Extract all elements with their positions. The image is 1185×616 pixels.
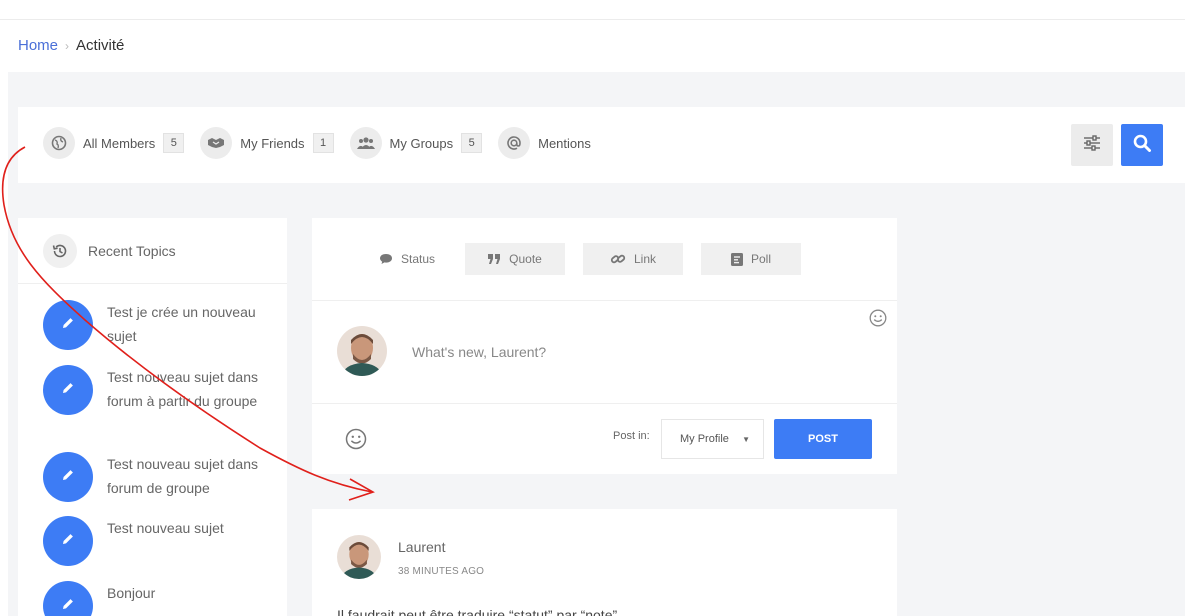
tab-all-members[interactable]: All Members 5 [43,127,185,159]
topic-item[interactable]: Bonjour [43,581,267,616]
post-composer: Status Quote Link Poll What's new, Laure… [312,218,897,474]
speech-bubble-icon [379,253,393,265]
post-in-select[interactable]: My Profile ▼ [661,419,764,459]
at-icon [498,127,531,159]
tab-label: My Friends [240,135,305,151]
activity-time[interactable]: 38 MINUTES AGO [398,566,484,577]
author-avatar[interactable] [337,535,381,579]
activity-filter-bar: All Members 5 My Friends 1 My Groups 5 M… [18,107,1185,183]
post-type-label: Poll [750,252,771,266]
link-icon [610,251,626,267]
topic-avatar [43,365,93,415]
pencil-icon [61,532,75,551]
pencil-icon [61,597,75,616]
top-divider [0,19,1185,20]
tab-my-friends[interactable]: My Friends 1 [200,127,334,159]
status-placeholder[interactable]: What's new, Laurent? [412,344,546,360]
post-in-value: My Profile [680,433,729,445]
emoji-icon[interactable] [345,428,367,455]
widget-title: Recent Topics [88,242,176,259]
topic-item[interactable]: Test nouveau sujet dans forum à partir d… [43,365,267,415]
history-icon [43,233,77,268]
pencil-icon [61,316,75,335]
tab-label: Mentions [538,135,591,151]
topic-title[interactable]: Test nouveau sujet dans forum de groupe [107,452,267,502]
topic-title[interactable]: Test nouveau sujet dans forum à partir d… [107,365,267,415]
pencil-icon [61,468,75,487]
count-badge: 5 [163,133,185,153]
post-in-label: Post in: [613,430,650,442]
post-type-tabs: Status Quote Link Poll [312,218,897,301]
filter-tabs: All Members 5 My Friends 1 My Groups 5 M… [43,127,615,159]
topic-avatar [43,581,93,616]
topic-title[interactable]: Test je crée un nouveau sujet [107,300,267,350]
topic-avatar [43,300,93,350]
activity-content: Il faudrait peut être traduire “statut” … [337,607,618,616]
topic-item[interactable]: Test nouveau sujet [43,516,267,566]
tab-mentions[interactable]: Mentions [498,127,599,159]
topic-item[interactable]: Test je crée un nouveau sujet [43,300,267,350]
post-type-label: Status [400,252,436,266]
activity-author[interactable]: Laurent [398,539,445,555]
chevron-down-icon: ▼ [742,435,750,444]
tab-my-groups[interactable]: My Groups 5 [349,127,483,159]
quote-icon [488,254,501,264]
search-button[interactable] [1121,124,1163,166]
count-badge: 1 [312,133,334,153]
composer-footer: Post in: My Profile ▼ POST [312,404,897,474]
breadcrumb-current: Activité [76,37,125,54]
post-type-label: Quote [509,252,542,266]
poll-icon [730,252,743,266]
post-button[interactable]: POST [774,419,872,459]
topic-title[interactable]: Bonjour [107,581,267,616]
users-icon [349,127,382,159]
post-type-status[interactable]: Status [357,243,457,275]
topic-item[interactable]: Test nouveau sujet dans forum de groupe [43,452,267,502]
top-bar: Home › Activité [0,0,1185,72]
tab-label: All Members [83,135,156,151]
globe-icon [43,127,75,159]
topic-avatar [43,452,93,502]
breadcrumb-separator: › [65,38,70,53]
topic-title[interactable]: Test nouveau sujet [107,516,267,566]
post-type-link[interactable]: Link [583,243,683,275]
breadcrumb: Home › Activité [18,37,124,54]
activity-item: Laurent 38 MINUTES AGO Il faudrait peut … [312,509,897,616]
post-type-poll[interactable]: Poll [701,243,801,275]
post-type-label: Link [633,252,656,266]
breadcrumb-home-link[interactable]: Home [18,37,58,54]
tab-label: My Groups [389,135,454,151]
topic-avatar [43,516,93,566]
user-avatar [337,326,387,376]
search-icon [1133,134,1151,157]
emoji-icon[interactable] [869,309,887,332]
pencil-icon [61,381,75,400]
filter-settings-button[interactable] [1071,124,1113,166]
recent-topics-widget: Recent Topics Test je crée un nouveau su… [18,218,287,616]
handshake-icon [200,127,233,159]
widget-header: Recent Topics [18,218,287,284]
sliders-icon [1083,134,1101,156]
count-badge: 5 [461,133,483,153]
post-type-quote[interactable]: Quote [465,243,565,275]
status-input-area[interactable]: What's new, Laurent? [312,301,897,404]
